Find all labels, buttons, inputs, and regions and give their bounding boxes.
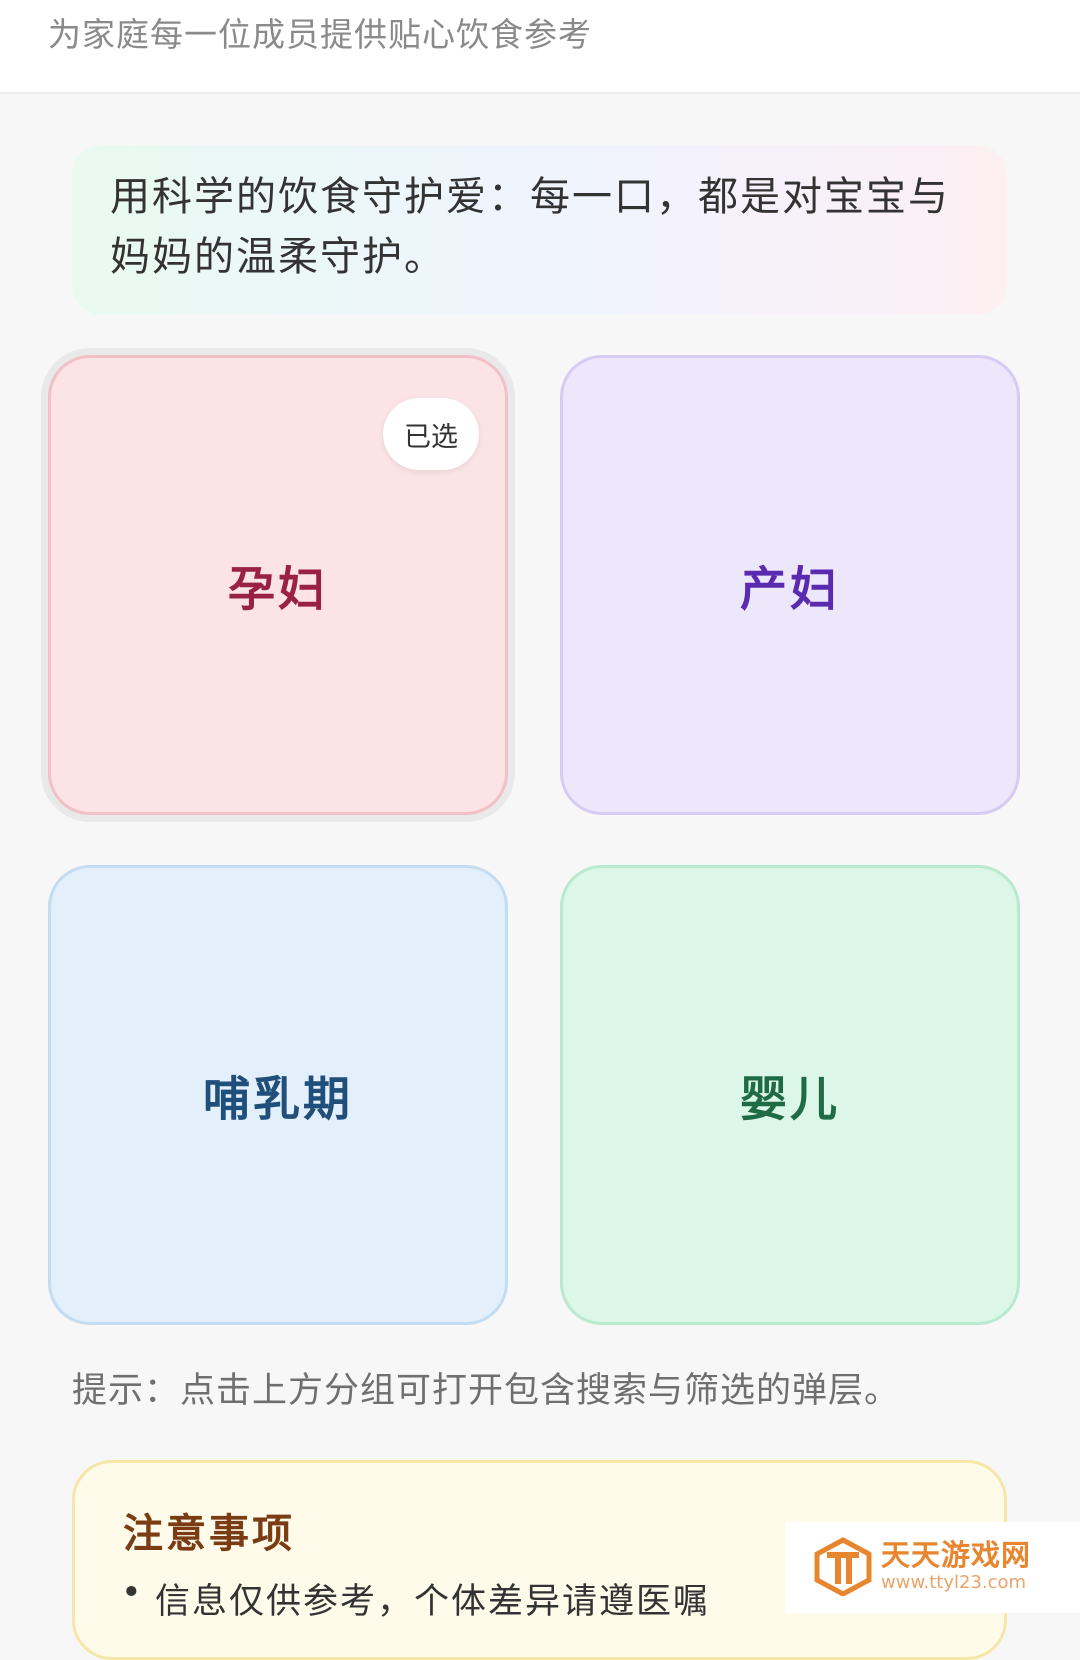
group-card-infant[interactable]: 婴儿 <box>560 865 1020 1325</box>
group-label: 哺乳期 <box>203 1072 353 1128</box>
group-label: 婴儿 <box>740 1072 840 1128</box>
slogan-text: 用科学的饮食守护爱：每一口，都是对宝宝与妈妈的温柔守护。 <box>110 174 950 280</box>
watermark-url: www.ttyl23.com <box>881 1572 1027 1593</box>
group-card-pregnant[interactable]: 已选 孕妇 <box>48 355 508 815</box>
notice-title: 注意事项 <box>123 1511 295 1557</box>
group-card-postpartum[interactable]: 产妇 <box>560 355 1020 815</box>
watermark-logo-icon <box>814 1537 872 1596</box>
group-card-lactation[interactable]: 哺乳期 <box>48 865 508 1325</box>
hint-text: 提示：点击上方分组可打开包含搜索与筛选的弹层。 <box>72 1371 901 1411</box>
group-label: 孕妇 <box>228 562 328 618</box>
group-label: 产妇 <box>740 562 840 618</box>
page-subtitle: 为家庭每一位成员提供贴心饮食参考 <box>48 15 592 54</box>
notice-item: 信息仅供参考，个体差异请遵医嘱 <box>121 1573 710 1624</box>
watermark: 天天游戏网 www.ttyl23.com <box>785 1522 1080 1613</box>
selected-badge: 已选 <box>383 398 479 470</box>
watermark-name: 天天游戏网 <box>881 1538 1032 1572</box>
header: 为家庭每一位成员提供贴心饮食参考 <box>0 0 1080 94</box>
slogan-banner: 用科学的饮食守护爱：每一口，都是对宝宝与妈妈的温柔守护。 <box>72 145 1007 315</box>
